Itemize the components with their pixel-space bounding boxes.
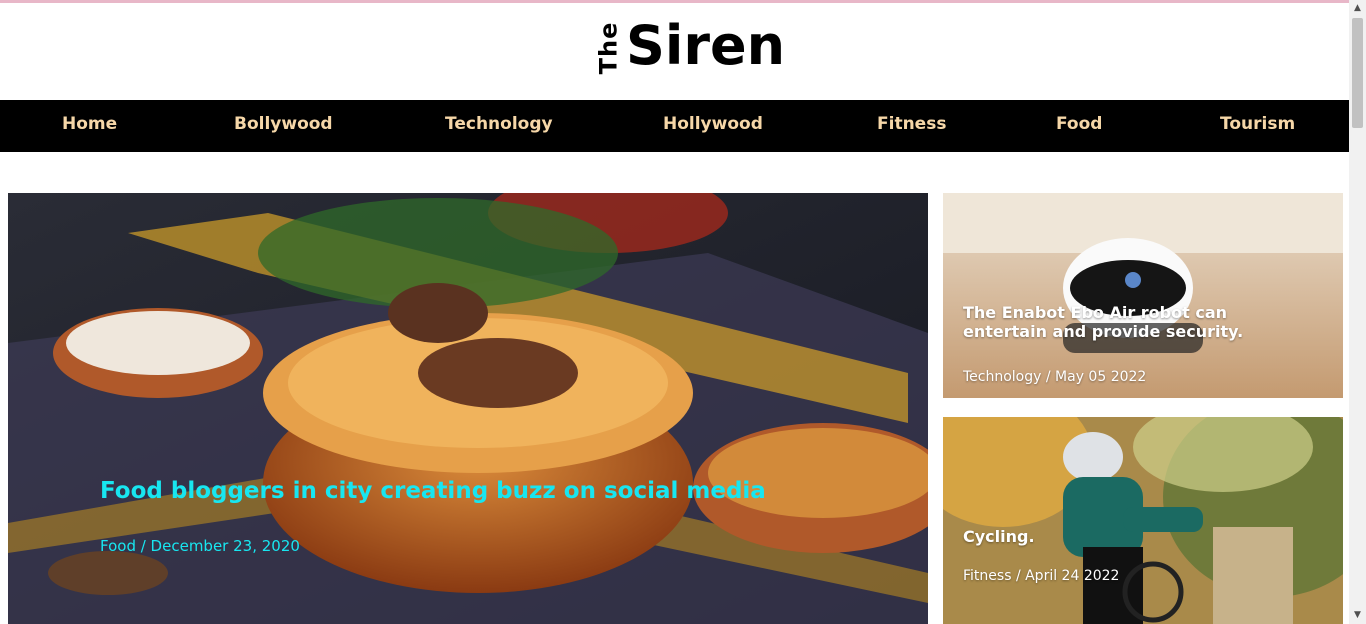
nav-food[interactable]: Food: [1056, 100, 1102, 152]
scroll-thumb[interactable]: [1352, 18, 1363, 128]
hero-title[interactable]: Food bloggers in city creating buzz on s…: [100, 478, 900, 504]
top-accent-line: [0, 0, 1349, 3]
card-cycling-meta: Fitness / April 24 2022: [963, 568, 1120, 584]
side-card-cycling[interactable]: Cycling. Fitness / April 24 2022: [943, 417, 1343, 624]
robot-image: [943, 193, 1343, 398]
page-scrollbar[interactable]: ▲ ▼: [1349, 0, 1366, 624]
hero-meta: Food / December 23, 2020: [100, 537, 300, 555]
logo-the-text: The: [594, 21, 623, 75]
nav-bollywood[interactable]: Bollywood: [234, 100, 333, 152]
nav-tourism[interactable]: Tourism: [1220, 100, 1295, 152]
side-card-robot[interactable]: The Enabot Ebo Air robot can entertain a…: [943, 193, 1343, 398]
main-navigation: Home Bollywood Technology Hollywood Fitn…: [0, 100, 1349, 152]
card-robot-title[interactable]: The Enabot Ebo Air robot can entertain a…: [963, 303, 1263, 341]
site-logo[interactable]: The Siren: [590, 16, 790, 76]
card-robot-meta: Technology / May 05 2022: [963, 369, 1147, 385]
hero-article[interactable]: Food bloggers in city creating buzz on s…: [8, 193, 928, 624]
card-cycling-title[interactable]: Cycling.: [963, 527, 1263, 546]
nav-fitness[interactable]: Fitness: [877, 100, 946, 152]
logo-name-text: Siren: [626, 14, 786, 77]
nav-hollywood[interactable]: Hollywood: [663, 100, 763, 152]
scroll-down-arrow-icon[interactable]: ▼: [1349, 607, 1366, 624]
nav-technology[interactable]: Technology: [445, 100, 553, 152]
hero-food-image: [8, 193, 928, 624]
cycling-image: [943, 417, 1343, 624]
nav-home[interactable]: Home: [62, 100, 117, 152]
scroll-up-arrow-icon[interactable]: ▲: [1349, 0, 1366, 17]
